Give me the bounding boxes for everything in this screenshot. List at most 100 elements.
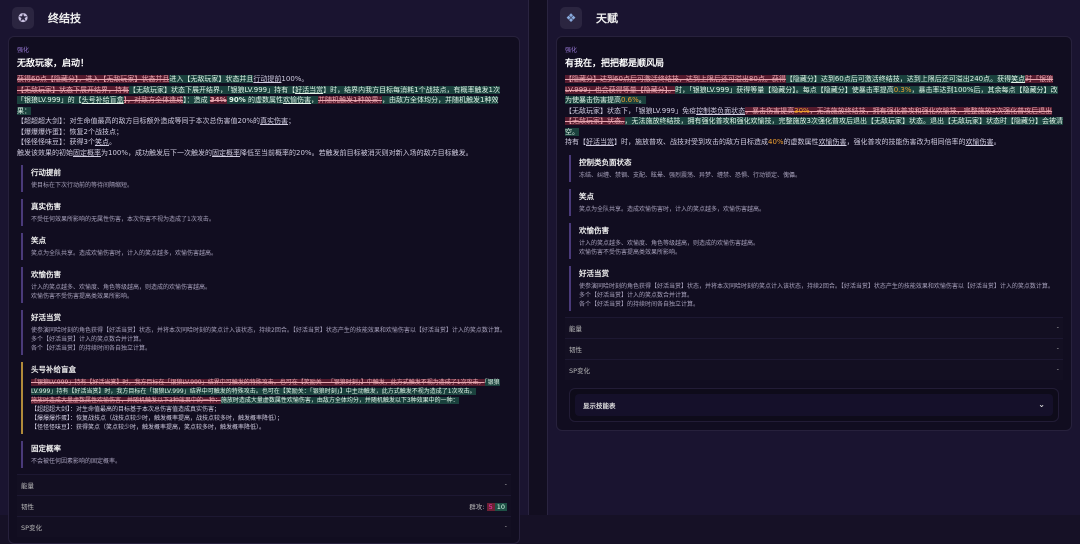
glossary-list: 固定概率 不会被任何因素影响的固定概率。 — [17, 441, 511, 468]
description-line: 【超超超大剑】：对生命值最高的敌方目标额外造成等同于本次总伤害值20%的真实伤害… — [17, 116, 511, 127]
added-text: 【隐藏分】达到60点后可激活终结技，达到上限后还可溢出240点。获得 — [785, 75, 1012, 83]
keyword-link[interactable]: 控制类负面状态 — [696, 107, 745, 115]
skill-emblem-icon: ✪ — [12, 7, 34, 29]
text-segment: 【超超超大剑】：对生命值最高的敌方目标额外造成等同于本次总伤害值20%的 — [17, 117, 261, 125]
glossary-description: 各个【好活当赏】的持续时间各自独立计算。 — [31, 345, 152, 352]
removed-text: 30% — [794, 106, 810, 115]
stat-label: SP变化 — [569, 366, 591, 375]
keyword-link[interactable]: 固定概率 — [212, 149, 240, 157]
glossary-description: 使参演同哈时刻的角色获得【好活当赏】状态，并将本次同哈时刻的笑点计入该状态，持续… — [31, 327, 506, 334]
removed-text: 并随机触发1种效果： — [318, 96, 383, 104]
removed-text: ，暴击伤害提高 — [745, 106, 795, 115]
stat-value: - — [504, 522, 507, 530]
added-text: ，无法施放终结技，拥有强化普攻和强化欢愉技，完整施放3次强化普攻后退出【无敌玩家… — [565, 117, 1063, 136]
added-text: 进入【无敌玩家】状态并且 — [169, 75, 254, 83]
description-line: 【超超超大剑】：对生命值最高的目标基于本次总伤害值造成真实伤害； — [31, 405, 511, 414]
glossary-description: 欢愉伤害不受伤害提高类效果所影响。 — [579, 248, 682, 256]
keyword-link[interactable]: 好活当赏 — [586, 138, 614, 146]
stat-label: 能量 — [569, 324, 582, 333]
description-line: 触发该效果的初始固定概率为100%，成功触发后下一次触发的固定概率降低至当前概率… — [17, 148, 511, 159]
glossary-title: 行动提前 — [31, 168, 61, 177]
text-segment: 的虚数属性 — [783, 138, 819, 146]
toughness-prefix: 群攻: — [469, 503, 485, 511]
skill-description: 【隐藏分】达到60点后可激活终结技，达到上限后还可溢出80点。获得【隐藏分】达到… — [565, 74, 1063, 148]
glossary-description: 各个【好活当赏】的持续时间各自独立计算。 — [579, 300, 700, 308]
added-text[interactable]: 好活当赏 — [295, 85, 324, 94]
toughness-new: 10 — [494, 503, 507, 511]
keyword-link[interactable]: 欢愉伤害 — [819, 138, 847, 146]
removed-text: 施放时造成大量虚数属性欢愉伤害，并随机触发以下3种效果中的一种： — [31, 397, 221, 404]
description-line: 【爆爆爆炸蛋】：恢复战技点（战技点较少时，触发概率提高，战技点较多时，触发概率降… — [31, 414, 511, 423]
stats-table: 能量 - 韧性 群攻: 5 10 SP变化 - — [17, 474, 511, 537]
stat-label: 韧性 — [21, 503, 34, 511]
added-text: 施放时造成大量虚数属性欢愉伤害，由敌方全体均分，并随机触发以下3种效果中的一种： — [220, 397, 459, 404]
added-text: 时，「银狼LV.999」获得等量【隐藏分】。每点【隐藏分】使暴击率提高 — [675, 85, 894, 94]
glossary-description: 欢愉伤害不受伤害提高类效果所影响。 — [31, 293, 134, 300]
description-line: 【无敌玩家】状态下展开结界，持有【无敌玩家】状态下展开结界，「银狼LV.999」… — [17, 85, 511, 117]
added-text: 。 — [638, 96, 646, 104]
skill-table-dropdown[interactable]: 显示技能表 ⌄ — [569, 387, 1059, 422]
stats-table: 能量 - 韧性 - SP变化 - — [565, 316, 1063, 380]
glossary-item: 笑点 笑点为全队共享。造成欢愉伤害时，计入的笑点越多，欢愉伤害越高。 — [21, 233, 511, 260]
removed-text: 【无敌玩家】状态下展开结界，持有 — [17, 85, 129, 94]
skill-description: 获得60点【隐藏分】，进入【无敌玩家】状态并且进入【无敌玩家】状态并且行动提前1… — [17, 74, 511, 158]
glossary-description: 计入的笑点越多、欢愉度、角色等级越高，则造成的欢愉伤害越高。 — [579, 239, 760, 247]
added-text: 0.6% — [621, 96, 639, 104]
enhance-tag: 强化 — [17, 47, 30, 54]
skill-table-toggle[interactable]: 显示技能表 ⌄ — [575, 393, 1053, 416]
keyword-link[interactable]: 固定概率 — [73, 149, 101, 157]
glossary-list: 行动提前 使目标在下次行动前的等待间隔缩短。 真实伤害 不受任何效果所影响的无属性伤害… — [17, 165, 511, 355]
description-line: 【无敌玩家】状态下，「银狼LV.999」免疫控制类负面状态，暴击伤害提高30% ，… — [565, 106, 1063, 138]
glossary-description: 「银狼LV.999」持有【好活当赏】时，我方目标在「银狼LV.999」结界中可触… — [31, 378, 511, 432]
talent-panel: ❖ 天赋 强化 有我在，把把都是顺风局 【隐藏分】达到60点后可激活终结技，达到… — [548, 0, 1080, 515]
keyword-link[interactable]: 笑点 — [95, 138, 109, 146]
panel-divider — [528, 0, 548, 515]
added-text: 】：造成 — [183, 96, 210, 104]
keyword-link[interactable]: 行动提前 — [253, 75, 281, 83]
glossary-title: 好活当赏 — [579, 268, 609, 278]
stat-label: SP变化 — [21, 524, 43, 532]
glossary-description: 多个【好活当赏】计入的笑点数合并计算。 — [31, 336, 146, 343]
stat-label: 能量 — [21, 482, 34, 490]
glossary-item: 固定概率 不会被任何因素影响的固定概率。 — [21, 441, 511, 468]
stat-value: - — [504, 480, 507, 488]
glossary-item: 欢愉伤害 计入的笑点越多、欢愉度、角色等级越高，则造成的欢愉伤害越高。 欢愉伤害不受… — [21, 267, 511, 303]
glossary-item: 行动提前使目标在下次行动前的等待间隔缩短。 — [21, 165, 511, 192]
keyword-link[interactable]: 真实伤害 — [260, 117, 288, 125]
description-line: 「银狼LV.999」持有【好活当赏】时，我方目标在「银狼LV.999」结界中可触… — [31, 378, 511, 396]
glossary-title: 固定概率 — [31, 444, 61, 453]
added-text: 的虚数属性 — [245, 96, 284, 104]
stat-row-sp: SP变化 - — [17, 516, 511, 537]
glossary-title: 笑点 — [31, 236, 46, 245]
stat-label: 韧性 — [569, 345, 582, 354]
text-segment: 【怪怪怪味豆】：获得3个 — [17, 138, 95, 146]
text-segment: 40% — [768, 138, 784, 146]
stat-row-toughness: 韧性 - — [565, 337, 1063, 359]
added-text[interactable]: 头号补给盲盒 — [81, 96, 124, 104]
panel-header: ❖ 天赋 — [548, 0, 1080, 36]
text-segment: 降低至当前概率的20%。若触发前目标被消灭则对新入场的敌方目标触发。 — [240, 148, 473, 157]
enhance-tag: 强化 — [565, 47, 578, 54]
text-segment: 】时，施放普攻、战技对受到攻击的敌方目标造成 — [614, 138, 768, 146]
glossary-title: 欢愉伤害 — [31, 270, 61, 279]
added-text[interactable]: 欢愉伤害 — [283, 96, 312, 104]
stat-row-toughness: 韧性 群攻: 5 10 — [17, 495, 511, 516]
text-segment: 。 — [993, 138, 1001, 146]
chevron-down-icon: ⌄ — [1038, 400, 1045, 409]
glossary-title: 控制类负面状态 — [579, 157, 632, 167]
description-line: 【怪怪怪味豆】：获得笑点（笑点较少时，触发概率提高，笑点较多时，触发概率降低）。 — [31, 423, 511, 432]
stat-row-energy: 能量 - — [17, 474, 511, 495]
keyword-link[interactable]: 欢愉伤害 — [966, 138, 994, 146]
description-line: 【隐藏分】达到60点后可激活终结技，达到上限后还可溢出80点。获得【隐藏分】达到… — [565, 74, 1063, 106]
glossary-description: 使目标在下次行动前的等待间隔缩短。 — [31, 182, 134, 189]
panel-title: 终结技 — [48, 12, 81, 25]
panel-title: 天赋 — [596, 12, 618, 25]
skill-card: 强化 无敌玩家，启动！ 获得60点【隐藏分】，进入【无敌玩家】状态并且进入【无敌… — [8, 36, 520, 544]
glossary-item: 控制类负面状态 冻结、纠缠、禁锢、支配、眩晕、强烈震荡、异梦、缠禁、恐惧、行动锁定… — [569, 154, 1063, 182]
added-text[interactable]: 笑点 — [1011, 75, 1026, 83]
text-segment: ； — [288, 117, 296, 125]
text-segment: 【无敌玩家】状态下，「银狼LV.999」免疫 — [565, 106, 697, 115]
description-line: 获得60点【隐藏分】，进入【无敌玩家】状态并且进入【无敌玩家】状态并且行动提前1… — [17, 74, 511, 85]
stat-value: 群攻: 5 10 — [469, 501, 507, 511]
glossary-item-blind-box: 头号补给盲盒 「银狼LV.999」持有【好活当赏】时，我方目标在「银狼LV.99… — [21, 362, 511, 434]
